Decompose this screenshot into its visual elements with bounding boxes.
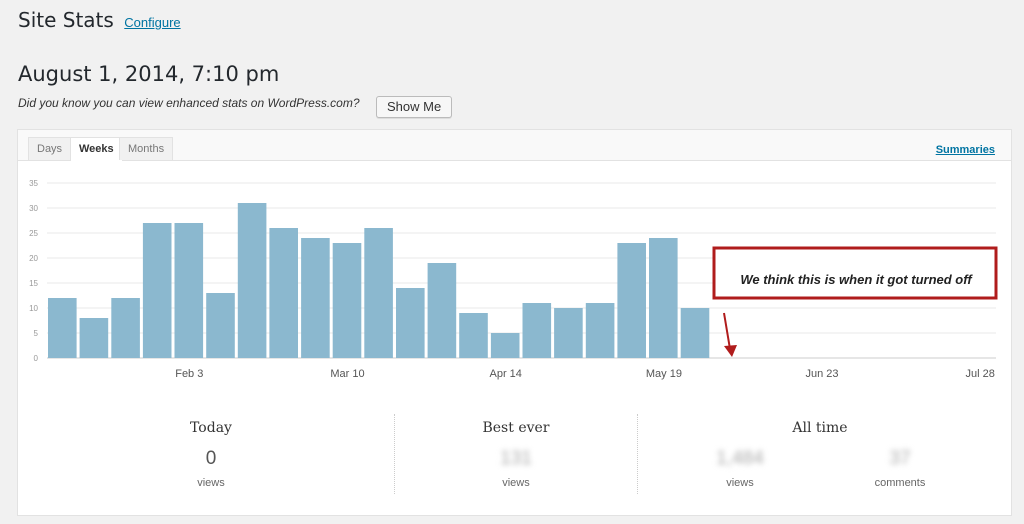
chart-bar[interactable]	[364, 228, 393, 358]
y-tick-label: 5	[34, 329, 39, 338]
chart-bar[interactable]	[111, 298, 140, 358]
chart-bar[interactable]	[206, 293, 235, 358]
stat-best-ever: Best ever 131 views	[416, 420, 616, 489]
stat-today-value: 0	[205, 448, 217, 469]
chart-bar[interactable]	[332, 243, 362, 358]
annotation-text: We think this is when it got turned off	[740, 272, 973, 287]
x-tick-label: Apr 14	[489, 368, 521, 380]
chart-bar[interactable]	[459, 313, 488, 358]
x-tick-label: Mar 10	[330, 368, 364, 380]
x-tick-label: Jul 28	[966, 368, 995, 380]
y-tick-label: 10	[29, 304, 38, 313]
chart-bar[interactable]	[142, 223, 172, 358]
stat-today: Today 0 views	[111, 420, 311, 489]
y-tick-label: 25	[29, 229, 38, 238]
stat-alltime-views-unit: views	[726, 477, 754, 489]
chart-bar[interactable]	[174, 223, 204, 358]
y-tick-label: 20	[29, 254, 38, 263]
chart-bar[interactable]	[680, 308, 710, 358]
x-tick-label: Jun 23	[805, 368, 838, 380]
stat-best-title: Best ever	[482, 420, 550, 436]
chart-bar[interactable]	[301, 238, 330, 358]
y-tick-label: 35	[29, 179, 38, 188]
chart-bar[interactable]	[490, 333, 520, 358]
stat-today-unit: views	[197, 477, 225, 489]
chart-bar[interactable]	[79, 318, 109, 358]
stat-best-value: 131	[500, 448, 532, 469]
stat-alltime-values: 1,484 views 37 comments	[660, 436, 980, 489]
y-tick-label: 15	[29, 279, 38, 288]
y-tick-label: 30	[29, 204, 38, 213]
chart-bar[interactable]	[522, 303, 552, 358]
stat-divider	[637, 414, 638, 494]
chart-bar[interactable]	[48, 298, 77, 358]
annotation-arrow	[723, 312, 731, 350]
stat-alltime-comments: 37 comments	[820, 436, 980, 489]
x-tick-label: Feb 3	[175, 368, 203, 380]
chart-bar[interactable]	[649, 238, 678, 358]
views-bar-chart: 35 30 25 20 15 10 5 0 Feb 3 Mar 10 Apr 14 May 19 Ju…	[29, 179, 998, 380]
stat-all-time: All time 1,484 views 37 comments	[660, 420, 980, 489]
chart-bar[interactable]	[554, 308, 583, 358]
y-tick-label: 0	[34, 354, 39, 363]
chart-bar[interactable]	[237, 203, 267, 358]
chart-bar[interactable]	[617, 243, 646, 358]
stat-alltime-comments-unit: comments	[874, 477, 926, 489]
stat-alltime-comments-value: 37	[889, 448, 911, 469]
stat-alltime-views-value: 1,484	[716, 448, 764, 469]
stat-alltime-views: 1,484 views	[660, 436, 820, 489]
stat-best-unit: views	[502, 477, 530, 489]
chart-bar[interactable]	[396, 288, 425, 358]
chart-bar[interactable]	[585, 303, 615, 358]
stat-today-title: Today	[190, 420, 232, 436]
stat-divider	[394, 414, 395, 494]
x-tick-label: May 19	[646, 368, 682, 380]
chart-bar[interactable]	[269, 228, 298, 358]
stat-alltime-title: All time	[792, 420, 848, 436]
annotation-arrow-head	[724, 345, 737, 357]
chart-bar[interactable]	[427, 263, 457, 358]
